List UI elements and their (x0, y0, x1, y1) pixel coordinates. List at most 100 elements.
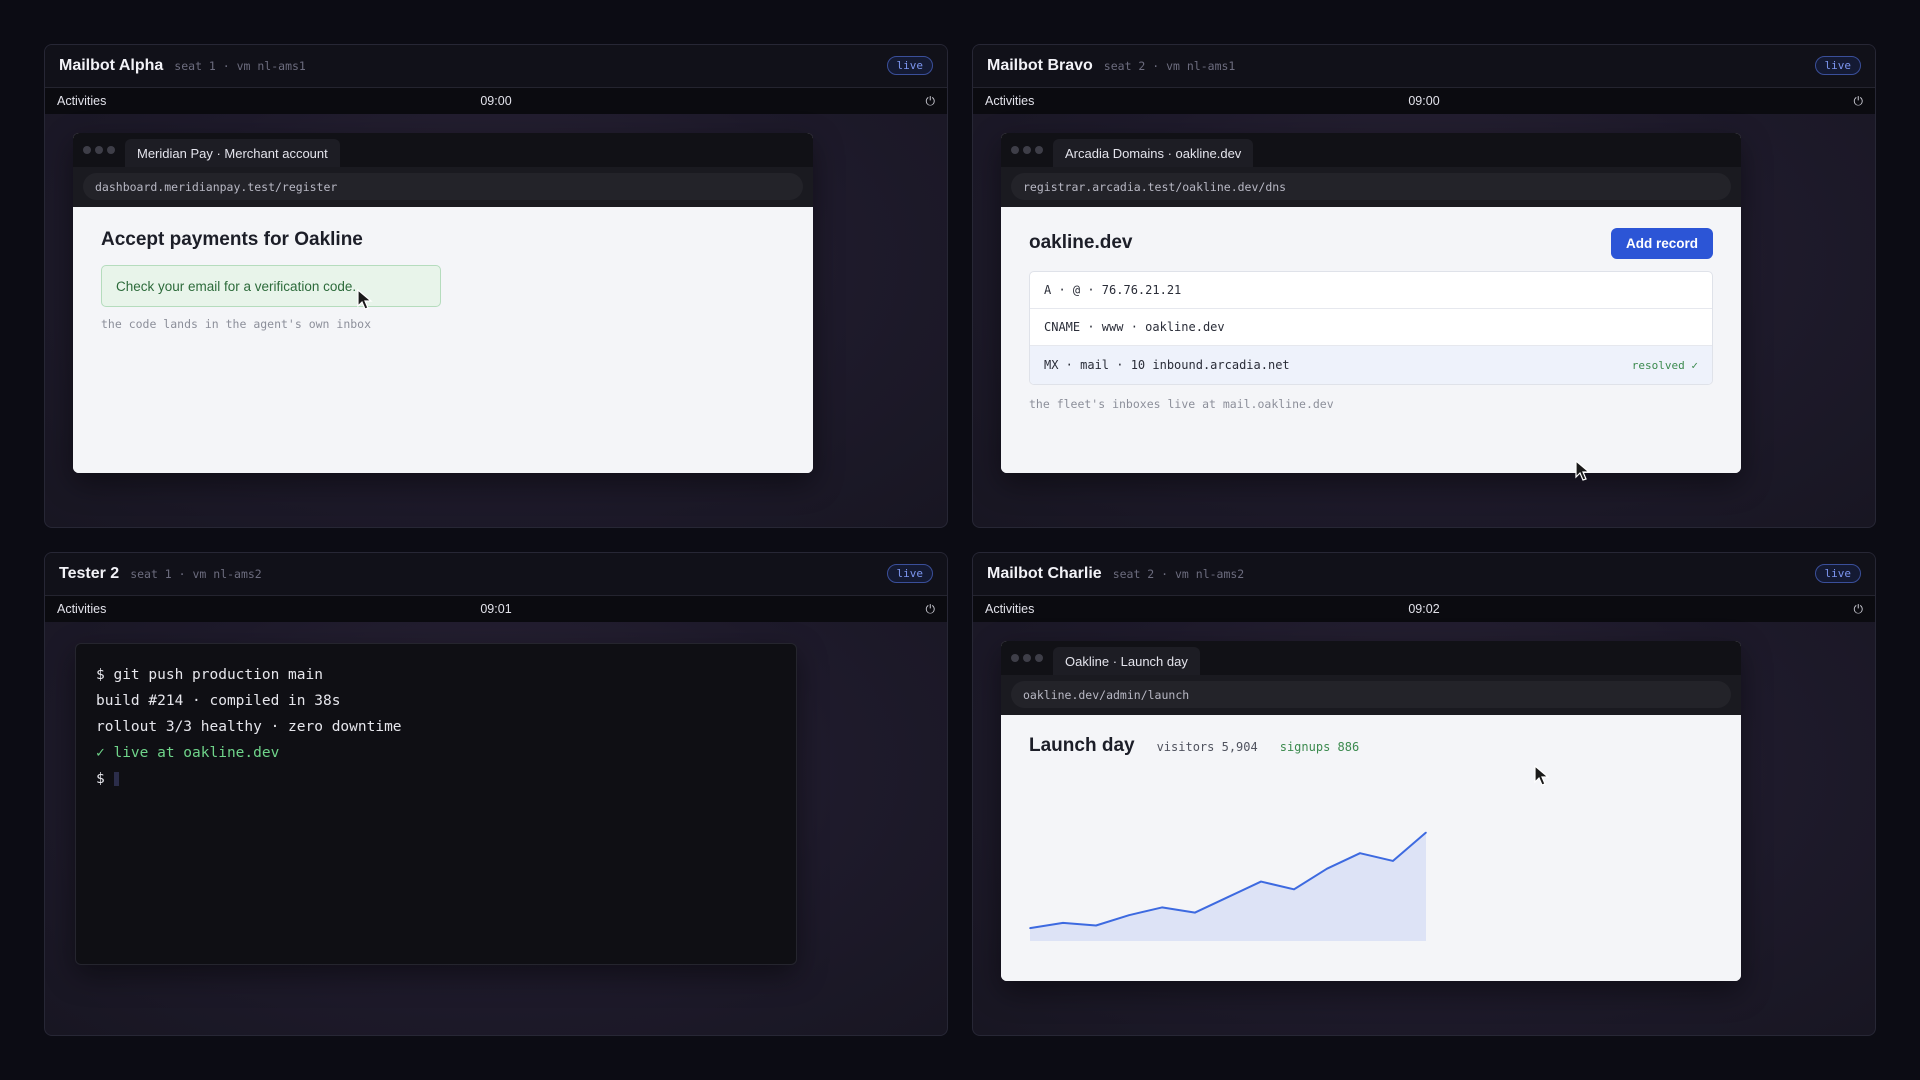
window-controls (1011, 133, 1043, 167)
dns-record-row[interactable]: A · @ · 76.76.21.21 (1030, 272, 1712, 309)
chart-data-point (1359, 852, 1361, 854)
minimize-dot-icon[interactable] (95, 146, 103, 154)
browser-tab[interactable]: Arcadia Domains · oakline.dev (1053, 139, 1254, 167)
panel-header: Mailbot Bravo seat 2 · vm nl-ams1 live (973, 45, 1875, 88)
dns-record-row[interactable]: MX · mail · 10 inbound.arcadia.net resol… (1030, 346, 1712, 384)
desktop-topbar: Activities 09:00 ⏻ (973, 88, 1875, 114)
panel-title: Mailbot Bravo (987, 57, 1093, 74)
mouse-cursor-icon (357, 289, 373, 310)
close-dot-icon[interactable] (1011, 146, 1019, 154)
add-record-button[interactable]: Add record (1610, 227, 1713, 259)
vm-panel-tester: Tester 2 seat 1 · vm nl-ams2 live Activi… (44, 552, 948, 1036)
chart-data-point (1260, 880, 1262, 883)
vm-panel-alpha: Mailbot Alpha seat 1 · vm nl-ams1 live A… (44, 44, 948, 528)
clock: 09:02 (1408, 602, 1440, 616)
minimize-dot-icon[interactable] (1023, 146, 1031, 154)
browser-tab[interactable]: Oakline · Launch day (1053, 647, 1200, 675)
page-note: the code lands in the agent's own inbox (101, 317, 372, 331)
close-dot-icon[interactable] (1011, 654, 1019, 662)
terminal-window[interactable]: $ git push production main build #214 · … (75, 643, 797, 965)
clock: 09:01 (480, 602, 512, 616)
power-icon[interactable]: ⏻ (926, 602, 936, 617)
live-badge: live (1814, 56, 1861, 75)
chart-data-point (1095, 924, 1097, 927)
close-dot-icon[interactable] (83, 146, 91, 154)
vm-panel-charlie: Mailbot Charlie seat 2 · vm nl-ams2 live… (972, 552, 1876, 1036)
window-controls (1011, 641, 1043, 675)
page-content: Launch day visitors 5,904 signups 886 (1001, 715, 1741, 981)
url-input[interactable]: registrar.arcadia.test/oakline.dev/dns (1011, 173, 1731, 200)
dns-record-text: MX · mail · 10 inbound.arcadia.net (1044, 358, 1290, 372)
mouse-cursor-icon (1534, 765, 1550, 786)
terminal-cursor (113, 772, 119, 786)
chart-data-point (1392, 860, 1394, 862)
desktop-topbar: Activities 09:01 ⏻ (45, 596, 947, 622)
terminal-line: $ git push production main (96, 667, 323, 683)
page-note: the fleet's inboxes live at mail.oakline… (1029, 397, 1334, 411)
panel-header: Mailbot Alpha seat 1 · vm nl-ams1 live (45, 45, 947, 88)
clock: 09:00 (1408, 94, 1440, 108)
activities-button[interactable]: Activities (985, 94, 1034, 108)
power-icon[interactable]: ⏻ (1854, 602, 1864, 617)
terminal-prompt: $ (96, 771, 105, 787)
page-content: Accept payments for Oakline Check your e… (73, 207, 813, 473)
panel-meta: seat 2 · vm nl-ams2 (1112, 567, 1245, 581)
power-icon[interactable]: ⏻ (926, 94, 936, 109)
address-bar: registrar.arcadia.test/oakline.dev/dns (1001, 167, 1741, 207)
terminal-success-line: ✓ live at oakline.dev (96, 745, 280, 761)
chart-data-point (1425, 831, 1427, 834)
desktop-topbar: Activities 09:02 ⏻ (973, 596, 1875, 622)
chart-data-point (1326, 867, 1328, 870)
visitors-stat: visitors 5,904 (1156, 740, 1258, 754)
maximize-dot-icon[interactable] (107, 146, 115, 154)
browser-tabbar: Meridian Pay · Merchant account (73, 133, 813, 167)
domain-title: oakline.dev (1029, 232, 1133, 253)
page-title: Accept payments for Oakline (101, 229, 363, 250)
page-content: oakline.dev Add record A · @ · 76.76.21.… (1001, 207, 1741, 473)
url-input[interactable]: oakline.dev/admin/launch (1011, 681, 1731, 708)
minimize-dot-icon[interactable] (1023, 654, 1031, 662)
browser-window: Meridian Pay · Merchant account dashboar… (73, 133, 813, 473)
clock: 09:00 (480, 94, 512, 108)
mouse-cursor-icon (1575, 460, 1591, 481)
browser-window: Arcadia Domains · oakline.dev registrar.… (1001, 133, 1741, 473)
address-bar: oakline.dev/admin/launch (1001, 675, 1741, 715)
desktop-topbar: Activities 09:00 ⏻ (45, 88, 947, 114)
chart-data-point (1062, 922, 1064, 924)
dns-record-row[interactable]: CNAME · www · oakline.dev (1030, 309, 1712, 346)
maximize-dot-icon[interactable] (1035, 146, 1043, 154)
verification-notice: Check your email for a verification code… (101, 265, 441, 307)
panel-header: Mailbot Charlie seat 2 · vm nl-ams2 live (973, 553, 1875, 596)
maximize-dot-icon[interactable] (1035, 654, 1043, 662)
panel-meta: seat 1 · vm nl-ams2 (130, 567, 262, 581)
panel-title: Mailbot Alpha (59, 57, 164, 74)
vm-panel-bravo: Mailbot Bravo seat 2 · vm nl-ams1 live A… (972, 44, 1876, 528)
record-status: resolved ✓ (1631, 358, 1698, 372)
panel-title: Tester 2 (59, 565, 120, 582)
panel-meta: seat 2 · vm nl-ams1 (1103, 59, 1236, 73)
panel-header: Tester 2 seat 1 · vm nl-ams2 live (45, 553, 947, 596)
browser-tabbar: Oakline · Launch day (1001, 641, 1741, 675)
activities-button[interactable]: Activities (985, 602, 1034, 616)
browser-tab[interactable]: Meridian Pay · Merchant account (125, 139, 340, 167)
window-controls (83, 133, 115, 167)
dns-record-text: A · @ · 76.76.21.21 (1044, 283, 1182, 297)
chart-data-point (1293, 888, 1295, 891)
dns-record-text: CNAME · www · oakline.dev (1044, 320, 1225, 334)
activities-button[interactable]: Activities (57, 602, 106, 616)
address-bar: dashboard.meridianpay.test/register (73, 167, 813, 207)
terminal-line: build #214 · compiled in 38s (96, 693, 341, 709)
launch-chart (1029, 831, 1427, 941)
url-input[interactable]: dashboard.meridianpay.test/register (83, 173, 803, 200)
panel-meta: seat 1 · vm nl-ams1 (174, 59, 306, 73)
chart-data-point (1029, 927, 1031, 929)
activities-button[interactable]: Activities (57, 94, 106, 108)
live-badge: live (886, 564, 933, 583)
power-icon[interactable]: ⏻ (1854, 94, 1864, 109)
panel-title: Mailbot Charlie (987, 565, 1102, 582)
signups-stat: signups 886 (1279, 740, 1360, 754)
live-badge: live (1814, 564, 1861, 583)
chart-data-point (1194, 911, 1196, 914)
chart-data-point (1161, 906, 1163, 909)
chart-data-point (1227, 896, 1229, 898)
